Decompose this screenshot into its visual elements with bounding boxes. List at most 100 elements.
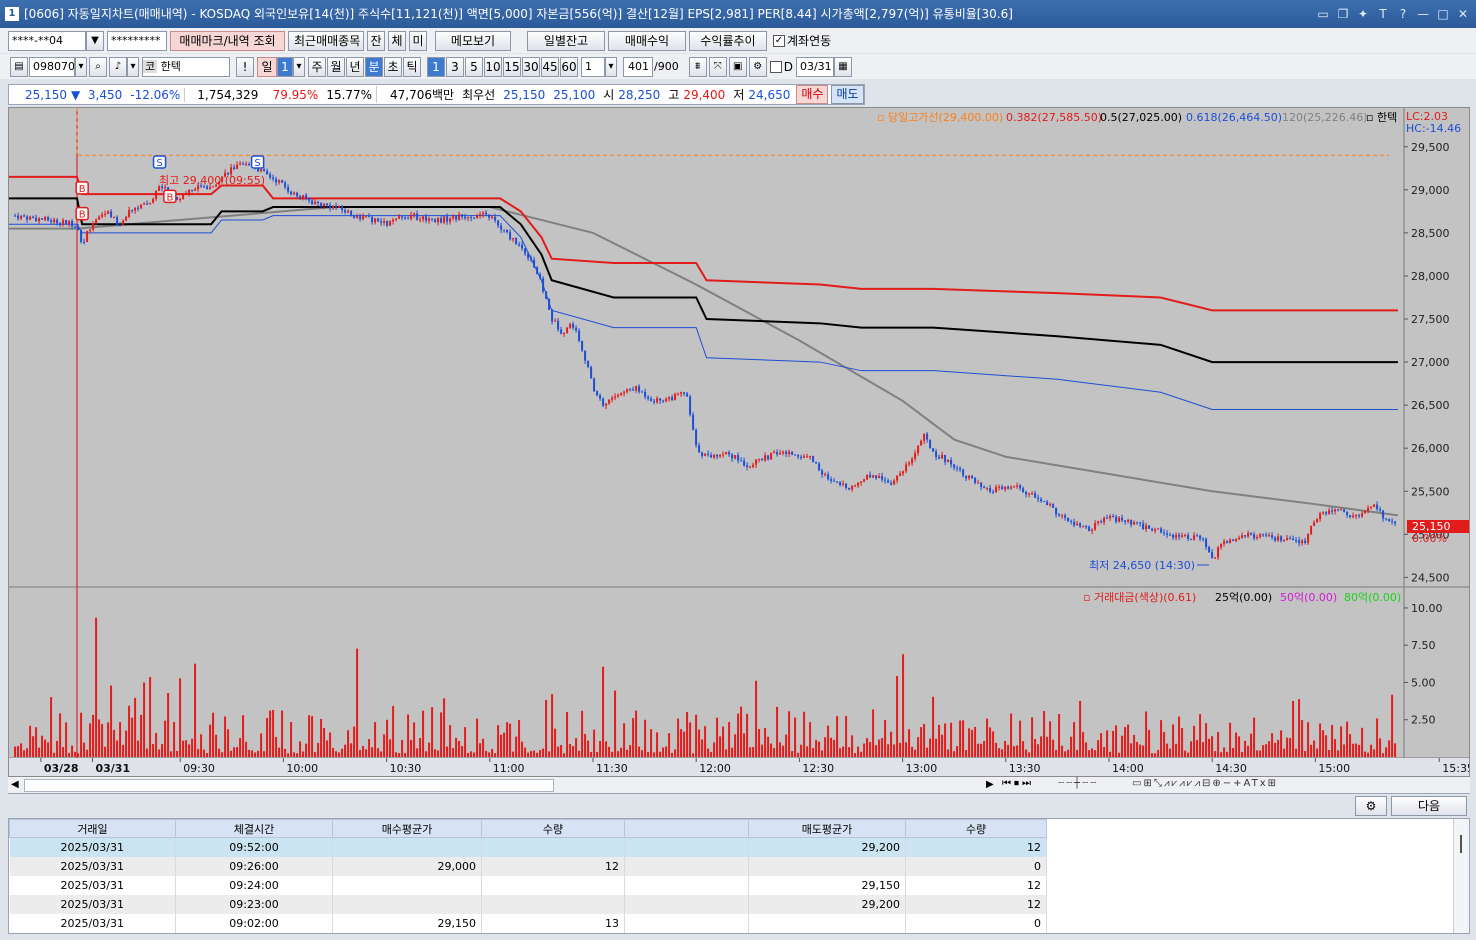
sell-button[interactable]: 매도 bbox=[831, 85, 864, 104]
candle-body bbox=[785, 451, 788, 454]
chart-area[interactable]: 29,500 29,000 28,500 28,000 27,500 27,000 26,5… bbox=[8, 107, 1470, 777]
table-row[interactable]: 2025/03/31 09:52:00 29,200 12 bbox=[9, 837, 1047, 857]
candle-body bbox=[893, 480, 896, 485]
save-icon[interactable]: ▣ bbox=[728, 56, 747, 77]
candle-body bbox=[23, 215, 26, 217]
volume-bar bbox=[1283, 748, 1286, 757]
period-year-button[interactable]: 년 bbox=[346, 56, 364, 77]
scroll-right-icon[interactable]: ▶ bbox=[986, 779, 994, 790]
period-dropdown-icon[interactable]: ▾ bbox=[293, 56, 305, 77]
playback-controls-icon[interactable]: ⏮⏹⏭ bbox=[1002, 778, 1034, 789]
period-week-button[interactable]: 주 bbox=[308, 56, 326, 77]
multiplier-input[interactable]: 1 bbox=[581, 56, 605, 77]
col-sell-avg[interactable]: 매도평균가 bbox=[748, 819, 906, 838]
grid-scrollbar-thumb[interactable] bbox=[1460, 835, 1462, 853]
minute-15-button[interactable]: 15 bbox=[503, 56, 521, 77]
table-row[interactable]: 2025/03/31 09:23:00 29,200 12 bbox=[9, 894, 1047, 914]
scrollbar-thumb[interactable] bbox=[24, 779, 554, 792]
drawing-tools-icon[interactable]: ▭⊞⤡⩘⩗⩘⩗⩘⊟⊕−+ATⅹ⊞ bbox=[1132, 778, 1278, 789]
scroll-left-icon[interactable]: ◀ bbox=[11, 779, 19, 790]
candle-body bbox=[941, 454, 944, 459]
restore-icon[interactable]: ❐ bbox=[1336, 0, 1350, 28]
zoom-slider-icon[interactable]: ┈┈┼┈┈ bbox=[1058, 778, 1098, 789]
sound-icon[interactable]: ♪ bbox=[109, 56, 127, 77]
layout-icon[interactable]: ▭ bbox=[1316, 0, 1330, 28]
mark-query-button[interactable]: 매매마크/내역 조회 bbox=[170, 30, 285, 51]
help-icon[interactable]: ? bbox=[1396, 0, 1410, 28]
minute-10-button[interactable]: 10 bbox=[484, 56, 502, 77]
period-month-button[interactable]: 월 bbox=[327, 56, 345, 77]
close-icon[interactable]: ✕ bbox=[1456, 0, 1470, 28]
col-sell-qty[interactable]: 수량 bbox=[905, 819, 1047, 838]
pin-icon[interactable]: ✦ bbox=[1356, 0, 1370, 28]
minute-45-button[interactable]: 45 bbox=[541, 56, 559, 77]
gear-icon[interactable]: ⚙ bbox=[748, 56, 767, 77]
account-select[interactable]: ****-**04 bbox=[8, 30, 86, 51]
period-second-button[interactable]: 초 bbox=[384, 56, 402, 77]
minute-5-button[interactable]: 5 bbox=[465, 56, 483, 77]
volume-bar bbox=[1133, 734, 1136, 757]
price-volume-chart[interactable]: 29,500 29,000 28,500 28,000 27,500 27,000 26,5… bbox=[9, 108, 1469, 776]
next-button[interactable]: 다음 bbox=[1391, 796, 1467, 816]
grid-scrollbar[interactable] bbox=[1453, 819, 1469, 933]
search-icon[interactable]: ⌕ bbox=[89, 56, 107, 77]
minute-3-button[interactable]: 3 bbox=[446, 56, 464, 77]
recent-trades-button[interactable]: 최근매매종목 bbox=[288, 30, 364, 51]
sound-dropdown-icon[interactable]: ▾ bbox=[127, 56, 139, 77]
market-label: 코 bbox=[143, 59, 158, 73]
maximize-icon[interactable]: □ bbox=[1436, 0, 1450, 28]
table-row[interactable]: 2025/03/31 09:24:00 29,150 12 bbox=[9, 875, 1047, 895]
draw-tool-icon[interactable]: ⤧ bbox=[708, 56, 727, 77]
calendar-icon[interactable]: ▦ bbox=[833, 56, 852, 77]
count-input[interactable]: 401 bbox=[623, 56, 653, 77]
balance-button[interactable]: 잔 bbox=[367, 30, 385, 51]
candle-body bbox=[1280, 536, 1283, 541]
alert-button[interactable]: ! bbox=[236, 56, 254, 77]
unexecuted-button[interactable]: 미 bbox=[409, 30, 427, 51]
col-buy-qty[interactable]: 수량 bbox=[481, 819, 625, 838]
period-num-button[interactable]: 1 bbox=[277, 56, 293, 77]
candle-body bbox=[1121, 517, 1124, 521]
col-buy-avg[interactable]: 매수평균가 bbox=[332, 819, 482, 838]
buy-button[interactable]: 매수 bbox=[796, 85, 829, 104]
indicator-icon[interactable]: ⩩ bbox=[688, 56, 707, 77]
account-link-checkbox[interactable]: ✓ bbox=[773, 34, 785, 47]
minute-30-button[interactable]: 30 bbox=[522, 56, 540, 77]
chart-type-icon[interactable]: ▤ bbox=[10, 56, 28, 77]
candle-body bbox=[539, 274, 542, 279]
font-icon[interactable]: T bbox=[1376, 0, 1390, 28]
account-dropdown-icon[interactable]: ▼ bbox=[86, 30, 104, 51]
account-link-toggle[interactable]: ✓ 계좌연동 bbox=[773, 32, 831, 49]
candle-body bbox=[467, 217, 470, 219]
d-checkbox[interactable] bbox=[769, 60, 782, 73]
stock-name-field[interactable]: 코 한텍 bbox=[142, 56, 230, 77]
memo-button[interactable]: 메모보기 bbox=[435, 30, 511, 51]
volume-bar bbox=[629, 745, 632, 757]
candle-body bbox=[1016, 485, 1019, 487]
volume-bar bbox=[821, 750, 824, 757]
password-field[interactable]: ********* bbox=[107, 30, 167, 51]
stock-code-input[interactable]: 098070 bbox=[29, 56, 75, 77]
candle-body bbox=[272, 177, 275, 179]
grid-settings-icon[interactable]: ⚙ bbox=[1355, 796, 1387, 816]
multiplier-dropdown-icon[interactable]: ▾ bbox=[605, 56, 617, 77]
daily-balance-button[interactable]: 일별잔고 bbox=[527, 30, 605, 51]
candle-body bbox=[1310, 525, 1313, 535]
date-input[interactable]: 03/31 bbox=[795, 56, 834, 77]
trade-profit-button[interactable]: 매매수익 bbox=[608, 30, 686, 51]
volume-bar bbox=[308, 715, 311, 757]
period-minute-button[interactable]: 분 bbox=[365, 56, 383, 77]
table-row[interactable]: 2025/03/31 09:02:00 29,150 13 0 bbox=[9, 913, 1047, 933]
period-day-button[interactable]: 일 bbox=[257, 56, 277, 77]
volume-bar bbox=[1094, 750, 1097, 757]
code-dropdown-icon[interactable]: ▾ bbox=[75, 56, 87, 77]
table-row[interactable]: 2025/03/31 09:26:00 29,000 12 0 bbox=[9, 856, 1047, 876]
period-tick-button[interactable]: 틱 bbox=[403, 56, 421, 77]
return-trend-button[interactable]: 수익률추이 bbox=[689, 30, 767, 51]
minute-1-button[interactable]: 1 bbox=[427, 56, 445, 77]
col-exec-time[interactable]: 체결시간 bbox=[175, 819, 333, 838]
executed-button[interactable]: 체 bbox=[388, 30, 406, 51]
minute-60-button[interactable]: 60 bbox=[560, 56, 578, 77]
minimize-icon[interactable]: — bbox=[1416, 0, 1430, 28]
col-trade-date[interactable]: 거래일 bbox=[9, 819, 176, 838]
